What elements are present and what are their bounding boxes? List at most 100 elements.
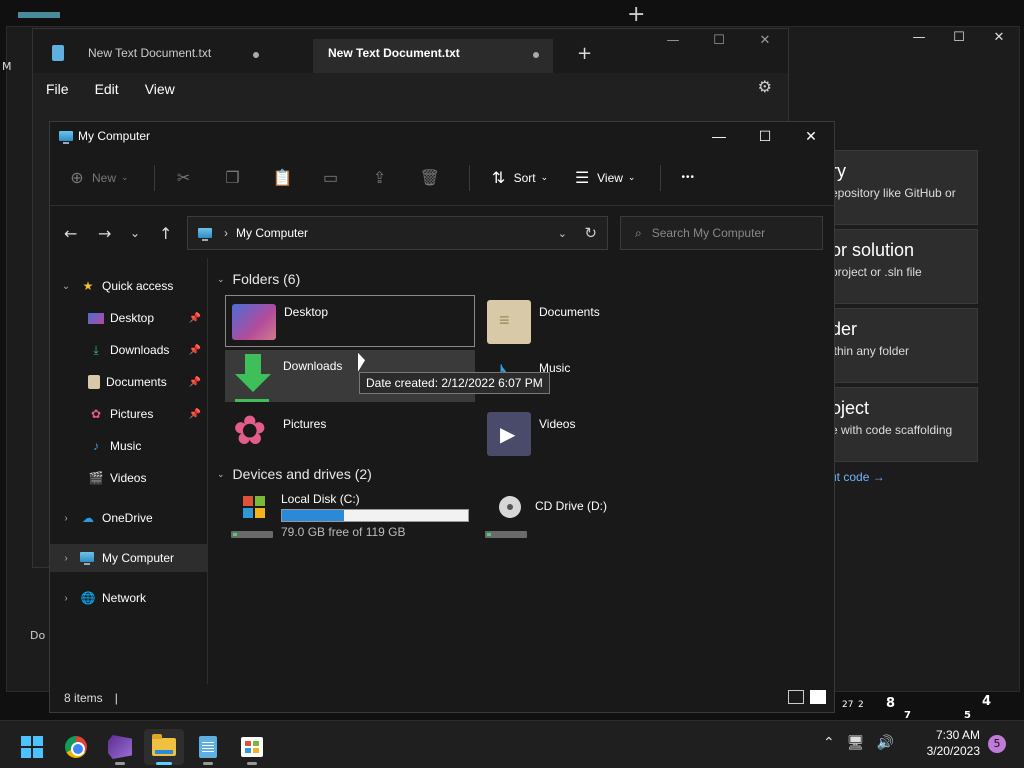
delete-button[interactable]: 🗑	[420, 168, 444, 188]
tab-title: New Text Document.txt	[328, 46, 460, 60]
notepad-tab-active[interactable]: New Text Document.txt	[313, 39, 553, 73]
back-arrow-icon[interactable]: ←	[64, 224, 77, 243]
view-toggle	[782, 690, 826, 704]
nav-label: Videos	[110, 471, 147, 485]
folder-tile-desktop[interactable]: Desktop	[225, 295, 475, 347]
share-button[interactable]: ⇪	[371, 168, 395, 188]
nav-label: Downloads	[110, 343, 170, 357]
drive-tile-c[interactable]: Local Disk (C:) 79.0 GB free of 119 GB	[231, 492, 469, 542]
nav-item-documents[interactable]: Documents 📌	[50, 368, 207, 396]
notification-badge[interactable]: 5	[988, 735, 1006, 753]
visual-studio-icon	[108, 735, 132, 759]
search-box[interactable]: ⌕ Search My Computer	[620, 216, 823, 250]
cut-button[interactable]: ✂	[175, 168, 199, 188]
breadcrumb-my-computer[interactable]: My Computer	[236, 226, 308, 240]
trash-icon: 🗑	[419, 169, 440, 187]
nav-item-videos[interactable]: 🎬 Videos	[50, 464, 207, 492]
view-button[interactable]: ☰ View ⌄	[573, 168, 636, 188]
details-view-icon[interactable]	[788, 690, 804, 704]
background-app-icon	[18, 12, 60, 18]
maximize-icon[interactable]: ☐	[939, 29, 979, 47]
maximize-icon[interactable]: ☐	[696, 33, 742, 48]
nav-my-computer[interactable]: › My Computer	[50, 544, 207, 572]
more-options-button[interactable]: •••	[681, 172, 695, 183]
nav-item-desktop[interactable]: Desktop 📌	[50, 304, 207, 332]
search-placeholder: Search My Computer	[651, 226, 766, 240]
nav-label: Network	[102, 591, 147, 605]
drives-group-header[interactable]: ⌄ Devices and drives (2)	[217, 466, 372, 482]
vs-continue-link[interactable]: ut code →	[830, 470, 885, 484]
network-monitor-icon[interactable]: 🖥	[847, 735, 865, 751]
close-icon[interactable]: ✕	[979, 29, 1019, 47]
taskbar-file-explorer[interactable]	[144, 729, 184, 765]
start-button[interactable]	[12, 729, 52, 765]
nav-item-music[interactable]: ♪ Music	[50, 432, 207, 460]
taskbar-chrome[interactable]	[56, 729, 96, 765]
nav-label: Documents	[106, 375, 167, 389]
nav-onedrive[interactable]: › ☁ OneDrive	[50, 504, 207, 532]
sort-button[interactable]: ⇅ Sort ⌄	[490, 168, 548, 188]
drive-tile-d[interactable]: CD Drive (D:)	[485, 492, 607, 542]
rename-button[interactable]: ▭	[322, 168, 346, 188]
taskbar-visual-studio[interactable]	[100, 729, 140, 765]
chevron-right-icon[interactable]: ›	[52, 593, 80, 604]
paste-button[interactable]: 📋	[273, 168, 297, 188]
nav-quick-access[interactable]: ⌄ ★ Quick access	[50, 272, 207, 300]
nav-label: My Computer	[102, 551, 175, 565]
copy-button[interactable]: ❐	[224, 168, 248, 188]
menu-file[interactable]: File	[46, 81, 69, 97]
taskbar-notepad[interactable]	[188, 729, 228, 765]
menu-view[interactable]: View	[145, 81, 175, 97]
folder-tile-videos[interactable]: Videos	[481, 408, 731, 460]
forward-arrow-icon[interactable]: →	[98, 224, 111, 243]
chevron-up-icon[interactable]: ⌃	[823, 735, 835, 751]
up-arrow-icon[interactable]: ↑	[159, 224, 172, 243]
folders-group-header[interactable]: ⌄ Folders (6)	[217, 271, 300, 287]
volume-icon[interactable]: 🔊	[877, 735, 894, 751]
folder-name: Desktop	[284, 305, 329, 319]
group-title: Devices and drives (2)	[232, 466, 372, 482]
notepad-menu-bar: File Edit View	[33, 73, 788, 105]
new-button[interactable]: ⊕ New ⌄	[68, 168, 128, 188]
folder-tile-documents[interactable]: Documents	[481, 296, 731, 348]
vs-card-title: ry	[831, 161, 846, 181]
nav-network[interactable]: › 🌐 Network	[50, 584, 207, 612]
chevron-down-icon[interactable]: ⌄	[52, 281, 80, 292]
clipboard-icon: 📋	[272, 169, 293, 187]
menu-edit[interactable]: Edit	[95, 81, 119, 97]
minimize-icon[interactable]: —	[650, 33, 696, 48]
nav-item-downloads[interactable]: ⤓ Downloads 📌	[50, 336, 207, 364]
nav-item-pictures[interactable]: ✿ Pictures 📌	[50, 400, 207, 428]
minimize-icon[interactable]: —	[899, 29, 939, 47]
tiles-view-icon[interactable]	[810, 690, 826, 704]
view-label: View	[597, 170, 623, 185]
notepad-tab[interactable]: New Text Document.txt	[33, 39, 273, 73]
downloads-icon	[231, 354, 275, 402]
running-indicator	[156, 762, 172, 765]
system-clock[interactable]: 7:30 AM 3/20/2023	[927, 727, 980, 759]
minimize-icon[interactable]: —	[696, 122, 742, 150]
clock-time: 7:30 AM	[935, 728, 980, 742]
drive-name: Local Disk (C:)	[281, 492, 360, 506]
close-icon[interactable]: ✕	[742, 33, 788, 48]
maximize-icon[interactable]: ☐	[742, 122, 788, 150]
taskbar-store[interactable]	[232, 729, 272, 765]
close-icon[interactable]: ✕	[788, 122, 834, 150]
settings-gear-icon[interactable]: ⚙	[758, 77, 772, 96]
chevron-right-icon[interactable]: ›	[52, 513, 80, 524]
chevron-right-icon[interactable]: ›	[52, 553, 80, 564]
explorer-body: ⌄ ★ Quick access Desktop 📌 ⤓ Downloads 📌…	[50, 258, 834, 684]
clock-number: 4	[982, 694, 992, 709]
vs-card-title: der	[831, 319, 858, 339]
tab-title: New Text Document.txt	[88, 46, 212, 60]
refresh-icon[interactable]: ↻	[584, 224, 597, 242]
computer-icon	[80, 551, 96, 565]
recent-chevron-icon[interactable]: ⌄	[130, 226, 140, 240]
vs-card-title: oject	[831, 398, 870, 418]
address-dropdown-icon[interactable]: ⌄	[558, 227, 567, 240]
vs-card-subtitle: e with code scaffolding	[831, 423, 953, 437]
taskbar: ⌃ 🖥 🔊 7:30 AM 3/20/2023 5	[0, 720, 1024, 768]
folder-tile-pictures[interactable]: Pictures	[225, 408, 475, 460]
new-tab-button[interactable]: +	[577, 43, 592, 64]
address-bar[interactable]: › My Computer ⌄ ↻	[187, 216, 608, 250]
